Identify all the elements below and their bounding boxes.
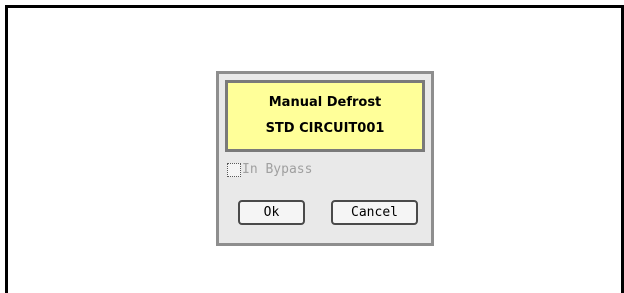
in-bypass-label: In Bypass — [242, 162, 313, 177]
ok-button[interactable]: Ok — [238, 200, 305, 225]
page-frame: Manual Defrost STD CIRCUIT001 In Bypass … — [5, 5, 624, 293]
circuit-name: STD CIRCUIT001 — [265, 121, 385, 136]
cancel-button[interactable]: Cancel — [331, 200, 418, 225]
dialog-title: Manual Defrost — [268, 95, 382, 110]
manual-defrost-dialog: Manual Defrost STD CIRCUIT001 In Bypass … — [216, 71, 434, 246]
in-bypass-checkbox[interactable] — [227, 163, 241, 177]
dialog-title-box: Manual Defrost STD CIRCUIT001 — [225, 80, 425, 152]
in-bypass-option[interactable]: In Bypass — [227, 157, 312, 177]
